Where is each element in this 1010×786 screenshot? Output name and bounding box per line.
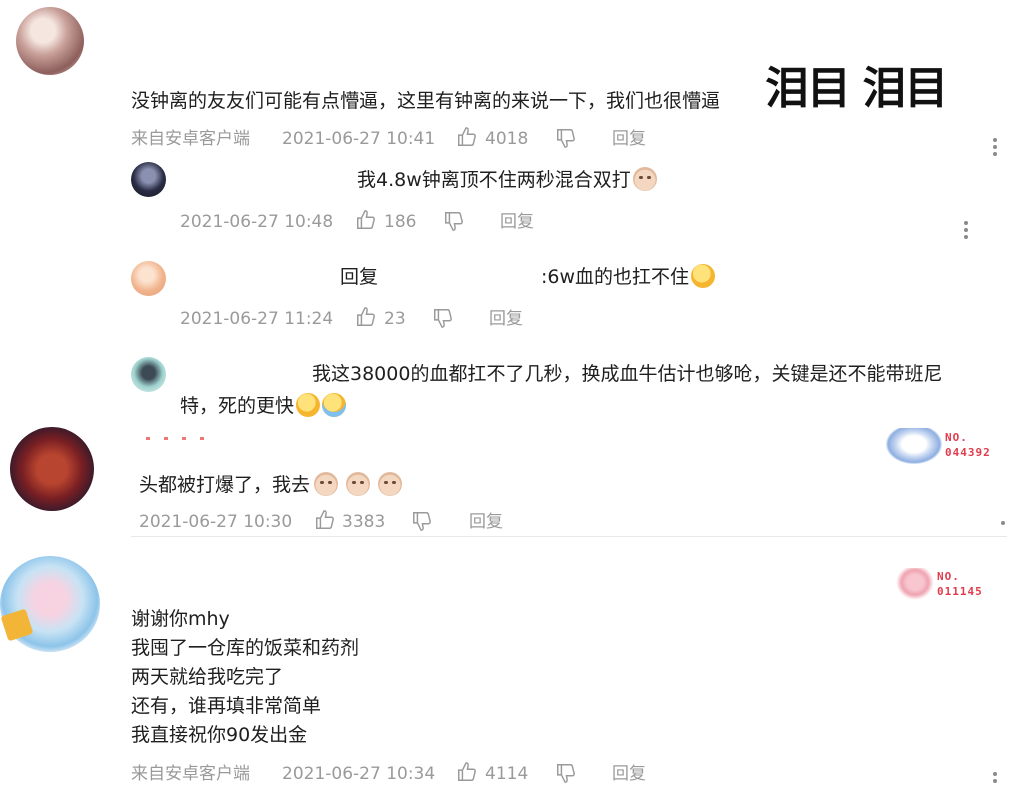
badge-character-image — [886, 428, 942, 464]
avatar[interactable] — [10, 427, 94, 511]
reply-button[interactable]: 回复 — [612, 763, 646, 785]
thumbs-down-icon[interactable] — [555, 762, 577, 784]
more-vertical-icon[interactable] — [1001, 521, 1005, 525]
divider — [131, 536, 1007, 537]
yummy-face-emoji — [296, 393, 321, 417]
reply-button[interactable]: 回复 — [500, 211, 534, 233]
thumbs-up-icon[interactable] — [456, 761, 478, 783]
comment-source: 来自安卓客户端 — [131, 129, 250, 149]
reply-text-continued: 特，死的更快 — [180, 392, 347, 421]
like-count: 23 — [384, 309, 406, 329]
reply-timestamp: 2021-06-27 11:24 — [180, 309, 334, 329]
comment-text-line: 我囤了一仓库的饭菜和药剂 — [131, 637, 360, 659]
pig-emoji — [346, 472, 371, 496]
comment-text-line: 谢谢你mhy — [131, 608, 230, 630]
pig-emoji — [632, 167, 657, 191]
avatar[interactable] — [131, 162, 166, 197]
pig-emoji — [314, 472, 339, 496]
comment-timestamp: 2021-06-27 10:30 — [139, 512, 293, 532]
badge-label: NO. — [937, 570, 960, 583]
reply-timestamp: 2021-06-27 10:48 — [180, 212, 334, 232]
comment-timestamp: 2021-06-27 10:41 — [282, 129, 436, 149]
reply-button[interactable]: 回复 — [489, 308, 523, 330]
thumbs-down-icon[interactable] — [555, 127, 577, 149]
avatar[interactable] — [131, 261, 166, 296]
reply-prefix[interactable]: 回复 — [340, 263, 378, 292]
yummy-face-emoji — [691, 264, 716, 288]
thumbs-up-icon[interactable] — [456, 126, 478, 148]
badge-character-image — [896, 568, 934, 600]
more-vertical-icon[interactable] — [993, 135, 997, 159]
comment-timestamp: 2021-06-27 10:34 — [282, 764, 436, 784]
comment-text: 没钟离的友友们可能有点懵逼，这里有钟离的来说一下，我们也很懵逼 — [131, 90, 721, 112]
thumbs-down-icon[interactable] — [432, 307, 454, 329]
comment-text-line: 两天就给我吃完了 — [131, 666, 284, 688]
thumbs-down-icon[interactable] — [411, 510, 433, 532]
comment-text: 头都被打爆了，我去 — [139, 471, 403, 500]
comment-source: 来自安卓客户端 — [131, 764, 250, 784]
thumbs-up-icon[interactable] — [355, 306, 377, 328]
sticker-image: 泪目 泪目 — [765, 63, 948, 114]
comment-text-line: 我直接祝你90发出金 — [131, 724, 308, 746]
badge-label: NO. — [945, 431, 968, 444]
thumbs-down-icon[interactable] — [443, 210, 465, 232]
avatar[interactable] — [131, 357, 166, 392]
pig-emoji — [378, 472, 403, 496]
like-count: 3383 — [342, 512, 386, 532]
reply-button[interactable]: 回复 — [469, 511, 503, 533]
avatar-pendant — [146, 437, 216, 440]
reply-text: 我4.8w钟离顶不住两秒混合双打 — [357, 166, 657, 195]
reply-text: 我这38000的血都扛不了几秒，换成血牛估计也够呛，关键是还不能带班尼 — [312, 363, 943, 385]
like-count: 186 — [384, 212, 417, 232]
reply-text: :6w血的也扛不住 — [541, 263, 716, 292]
thumbs-up-icon[interactable] — [355, 209, 377, 231]
avatar[interactable] — [16, 7, 84, 75]
more-vertical-icon[interactable] — [964, 218, 968, 242]
badge-number: 044392 — [945, 446, 991, 459]
comment-text-line: 还有，谁再填非常简单 — [131, 695, 322, 717]
more-vertical-icon[interactable] — [993, 769, 997, 786]
thumbs-up-icon[interactable] — [314, 509, 336, 531]
reply-button[interactable]: 回复 — [612, 128, 646, 150]
like-count: 4018 — [485, 129, 529, 149]
crying-face-emoji — [322, 393, 347, 417]
like-count: 4114 — [485, 764, 529, 784]
badge-number: 011145 — [937, 585, 983, 598]
